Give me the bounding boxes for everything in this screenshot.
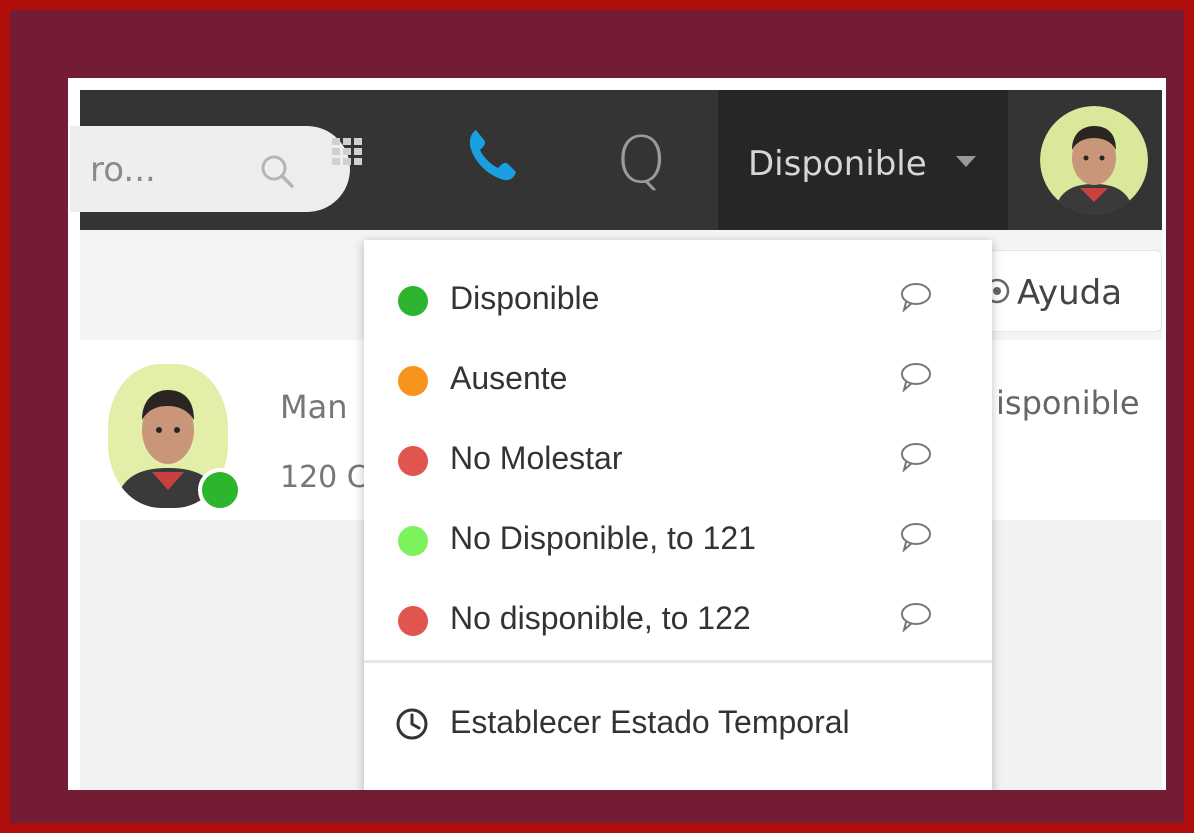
- user-avatar-image: [1040, 106, 1148, 214]
- current-status-label: Disponible: [748, 144, 927, 184]
- comment-icon[interactable]: [898, 600, 934, 632]
- help-button[interactable]: Ayuda: [970, 250, 1162, 332]
- contact-extension: 120 C: [280, 460, 368, 495]
- status-option-no-disponible-122[interactable]: No disponible, to 122: [364, 570, 992, 650]
- menu-divider: [364, 660, 992, 663]
- status-dropdown-button[interactable]: Disponible: [718, 90, 1008, 230]
- status-option-no-molestar[interactable]: No Molestar: [364, 410, 992, 490]
- help-label: Ayuda: [1017, 273, 1123, 313]
- status-option-label: Disponible: [450, 280, 600, 316]
- contact-status: isponible: [996, 384, 1140, 422]
- set-temporary-status-label: Establecer Estado Temporal: [450, 704, 850, 740]
- status-dot: [398, 606, 428, 636]
- status-option-label: No Molestar: [450, 440, 623, 476]
- status-dot: [398, 286, 428, 316]
- status-dot: [398, 446, 428, 476]
- outer-frame: ro... Q Disponible Ayuda Man 120 C ispon…: [10, 10, 1184, 823]
- chevron-down-icon: [956, 156, 976, 167]
- contact-name: Man: [280, 388, 348, 426]
- status-dot: [398, 526, 428, 556]
- clock-icon: [396, 708, 428, 740]
- search-icon[interactable]: [258, 152, 296, 190]
- apps-grid-icon[interactable]: [332, 138, 362, 166]
- status-option-no-disponible-121[interactable]: No Disponible, to 121: [364, 490, 992, 570]
- search-input[interactable]: ro...: [90, 150, 156, 190]
- presence-indicator: [198, 468, 242, 512]
- status-option-label: No disponible, to 122: [450, 600, 751, 636]
- status-option-label: Ausente: [450, 360, 568, 396]
- set-temporary-status-button[interactable]: Establecer Estado Temporal: [364, 680, 992, 770]
- queue-icon[interactable]: Q: [616, 124, 666, 198]
- status-option-disponible[interactable]: Disponible: [364, 250, 992, 330]
- comment-icon[interactable]: [898, 520, 934, 552]
- comment-icon[interactable]: [898, 360, 934, 392]
- top-bar: ro... Q Disponible: [70, 90, 1162, 230]
- user-avatar[interactable]: [1040, 106, 1148, 214]
- search-box[interactable]: ro...: [70, 126, 350, 212]
- status-dot: [398, 366, 428, 396]
- status-option-ausente[interactable]: Ausente: [364, 330, 992, 410]
- app-screenshot: ro... Q Disponible Ayuda Man 120 C ispon…: [68, 78, 1166, 790]
- phone-icon[interactable]: [466, 126, 518, 182]
- status-menu: Disponible Ausente No Molestar No Dispon…: [364, 240, 992, 790]
- comment-icon[interactable]: [898, 440, 934, 472]
- comment-icon[interactable]: [898, 280, 934, 312]
- status-option-label: No Disponible, to 121: [450, 520, 756, 556]
